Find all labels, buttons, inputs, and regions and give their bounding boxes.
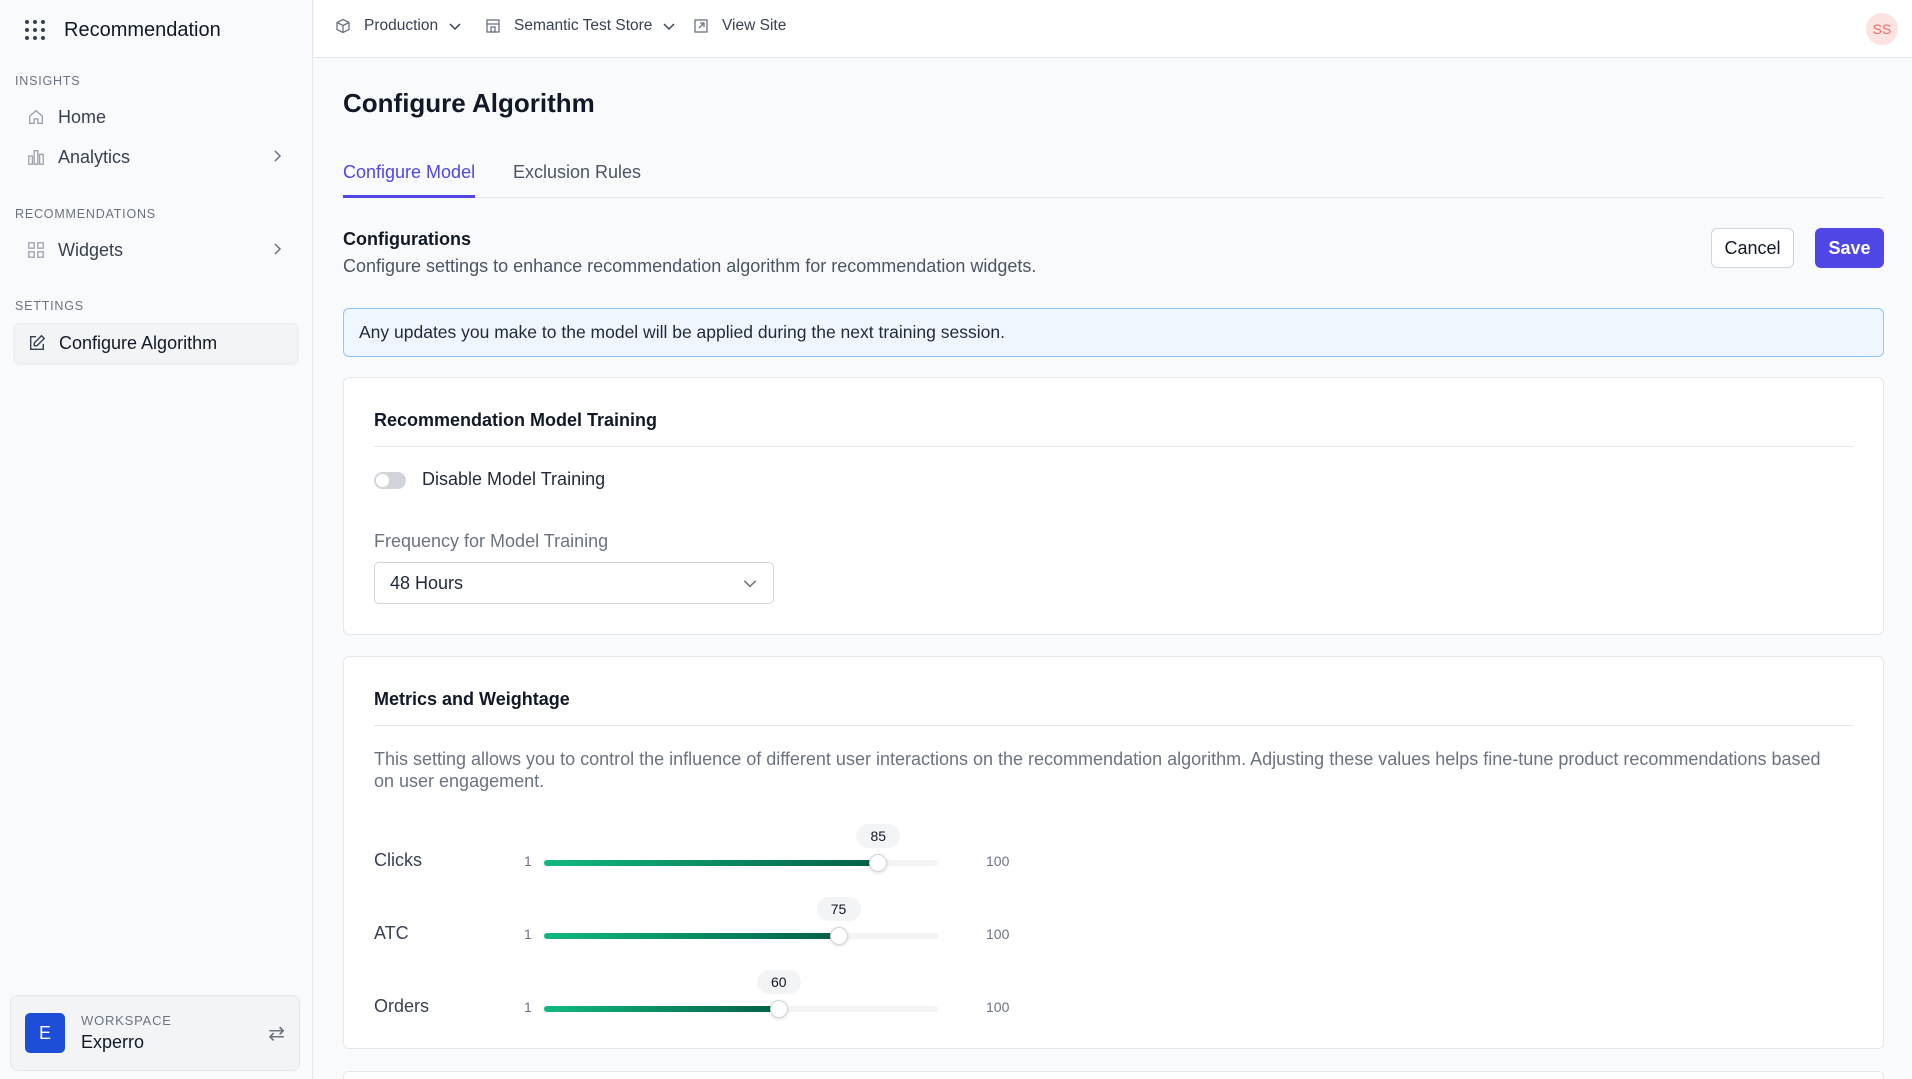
section-label-insights: INSIGHTS	[15, 74, 81, 88]
sidebar-item-label: Configure Algorithm	[59, 332, 218, 353]
configurations-description: Configure settings to enhance recommenda…	[343, 256, 1037, 276]
sidebar-item-widgets[interactable]: Widgets	[14, 230, 298, 270]
info-banner: Any updates you make to the model will b…	[343, 308, 1884, 357]
slider-track[interactable]: 85	[544, 824, 938, 872]
slider-track[interactable]: 60	[544, 970, 938, 1018]
slider-label: ATC	[374, 923, 409, 943]
frequency-select[interactable]: 48 Hours	[374, 562, 774, 604]
sidebar-item-label: Widgets	[58, 239, 124, 260]
slider-clicks: Clicks 1 85 100	[374, 824, 1014, 880]
sidebar-item-configure-algorithm[interactable]: Configure Algorithm	[14, 323, 298, 363]
save-button[interactable]: Save	[1815, 228, 1884, 268]
disable-training-toggle[interactable]	[374, 472, 406, 489]
store-selector[interactable]: Semantic Test Store	[484, 17, 676, 35]
tab-bar: Configure Model Exclusion Rules	[343, 160, 1884, 198]
slider-value-bubble: 75	[816, 897, 861, 921]
store-label: Semantic Test Store	[514, 17, 653, 34]
analytics-icon	[26, 147, 46, 167]
home-icon	[26, 107, 46, 127]
slider-max: 100	[986, 853, 1010, 869]
slider-fill	[544, 860, 879, 866]
chevron-down-icon	[448, 19, 462, 33]
slider-min: 1	[524, 853, 532, 869]
chevron-right-icon	[270, 147, 284, 168]
configurations-title: Configurations	[343, 229, 471, 249]
view-site-label: View Site	[722, 17, 787, 34]
store-icon	[484, 17, 502, 35]
external-link-icon	[692, 17, 710, 35]
frequency-value: 48 Hours	[390, 572, 464, 593]
slider-label: Orders	[374, 996, 430, 1016]
cancel-button[interactable]: Cancel	[1711, 228, 1794, 268]
page-title: Configure Algorithm	[343, 88, 595, 118]
divider	[374, 725, 1853, 726]
sidebar-item-home[interactable]: Home	[14, 97, 298, 137]
slider-fill	[544, 933, 839, 939]
metrics-card: Metrics and Weightage This setting allow…	[343, 656, 1884, 1049]
app-title: Recommendation	[64, 18, 221, 41]
slider-thumb[interactable]	[769, 1000, 788, 1018]
workspace-switcher[interactable]: E WORKSPACE Experro ⇄	[10, 995, 300, 1071]
cube-icon	[334, 17, 352, 35]
sidebar-item-label: Analytics	[58, 146, 131, 167]
slider-value-bubble: 60	[756, 970, 801, 994]
section-label-recommendations: RECOMMENDATIONS	[15, 207, 156, 221]
chevron-down-icon	[742, 575, 758, 591]
widgets-icon	[26, 240, 46, 260]
next-card	[343, 1071, 1884, 1079]
user-avatar[interactable]: SS	[1866, 13, 1898, 45]
training-card-title: Recommendation Model Training	[374, 410, 658, 430]
divider	[374, 446, 1853, 447]
toggle-label: Disable Model Training	[422, 469, 606, 489]
brand: Recommendation	[24, 16, 221, 44]
environment-selector[interactable]: Production	[334, 17, 462, 35]
metrics-card-title: Metrics and Weightage	[374, 689, 570, 709]
app-grid-icon[interactable]	[24, 19, 46, 41]
slider-value-bubble: 85	[856, 824, 901, 848]
chevron-right-icon	[270, 240, 284, 261]
slider-label: Clicks	[374, 850, 422, 870]
tab-configure-model[interactable]: Configure Model	[343, 162, 476, 198]
edit-icon	[27, 333, 47, 353]
metrics-description: This setting allows you to control the i…	[374, 749, 1821, 791]
slider-track[interactable]: 75	[544, 897, 938, 945]
sidebar: Recommendation INSIGHTS Home Analytics R…	[0, 0, 313, 1079]
sidebar-item-analytics[interactable]: Analytics	[14, 137, 298, 177]
slider-min: 1	[524, 926, 532, 942]
slider-orders: Orders 1 60 100	[374, 970, 1014, 1026]
workspace-name: Experro	[81, 1032, 145, 1052]
workspace-avatar: E	[25, 1013, 65, 1053]
topbar: Production Semantic Test Store View Site…	[314, 0, 1912, 58]
sidebar-item-label: Home	[58, 106, 107, 127]
training-card: Recommendation Model Training Disable Mo…	[343, 377, 1884, 635]
environment-label: Production	[364, 17, 439, 34]
slider-thumb[interactable]	[829, 927, 848, 945]
slider-max: 100	[986, 999, 1010, 1015]
section-label-settings: SETTINGS	[15, 299, 84, 313]
frequency-label: Frequency for Model Training	[374, 531, 609, 551]
chevron-down-icon	[662, 19, 676, 33]
switch-icon[interactable]: ⇄	[268, 1021, 285, 1046]
tab-exclusion-rules[interactable]: Exclusion Rules	[513, 162, 641, 198]
workspace-label: WORKSPACE	[81, 1013, 172, 1028]
slider-max: 100	[986, 926, 1010, 942]
slider-min: 1	[524, 999, 532, 1015]
slider-thumb[interactable]	[869, 854, 888, 872]
view-site-link[interactable]: View Site	[692, 17, 786, 35]
slider-atc: ATC 1 75 100	[374, 897, 1014, 953]
slider-fill	[544, 1006, 779, 1012]
